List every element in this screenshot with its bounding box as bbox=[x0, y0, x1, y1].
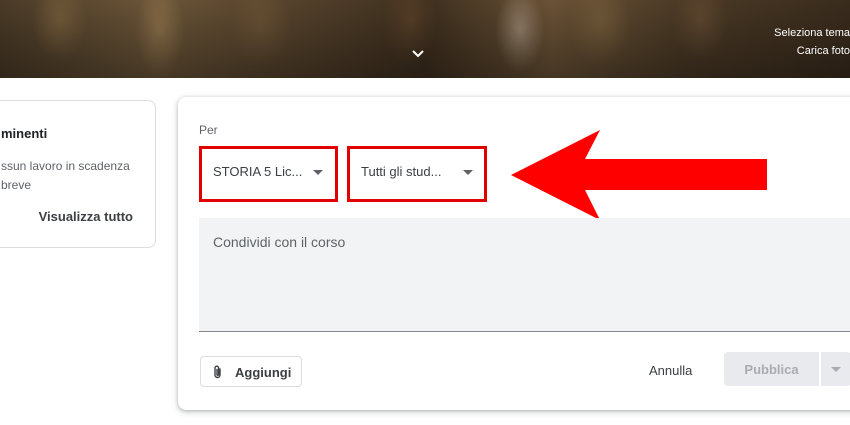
red-arrow-annotation bbox=[511, 130, 767, 220]
for-label: Per bbox=[199, 123, 218, 137]
announcement-textarea[interactable]: Condividi con il corso bbox=[199, 218, 850, 332]
caret-down-icon bbox=[463, 170, 473, 175]
select-theme-link[interactable]: Seleziona tema bbox=[774, 27, 850, 39]
banner-overlay bbox=[0, 0, 850, 78]
caret-down-icon bbox=[313, 170, 323, 175]
announcement-composer: Per STORIA 5 Lic... Tutti gli stud... Co… bbox=[178, 97, 850, 410]
view-all-link[interactable]: Visualizza tutto bbox=[39, 209, 133, 224]
upcoming-card: minenti ssun lavoro in scadenza breve Vi… bbox=[0, 100, 156, 248]
publish-button[interactable]: Pubblica bbox=[724, 352, 819, 386]
publish-label: Pubblica bbox=[744, 362, 799, 377]
course-select-value: STORIA 5 Lic... bbox=[213, 164, 303, 179]
announcement-placeholder: Condividi con il corso bbox=[213, 234, 346, 250]
upload-photo-link[interactable]: Carica foto bbox=[797, 45, 850, 57]
add-attachment-label: Aggiungi bbox=[235, 365, 292, 380]
cancel-button[interactable]: Annulla bbox=[649, 363, 692, 378]
upcoming-title: minenti bbox=[1, 126, 48, 141]
upcoming-empty-text: ssun lavoro in scadenza breve bbox=[1, 159, 130, 192]
publish-options-button[interactable] bbox=[821, 352, 850, 386]
course-select[interactable]: STORIA 5 Lic... bbox=[199, 146, 338, 202]
chevron-down-icon[interactable] bbox=[410, 46, 426, 62]
students-select-value: Tutti gli stud... bbox=[361, 164, 442, 179]
paperclip-icon bbox=[214, 365, 221, 379]
caret-down-icon bbox=[831, 367, 841, 372]
students-select[interactable]: Tutti gli stud... bbox=[347, 146, 487, 202]
add-attachment-button[interactable]: Aggiungi bbox=[200, 356, 302, 387]
